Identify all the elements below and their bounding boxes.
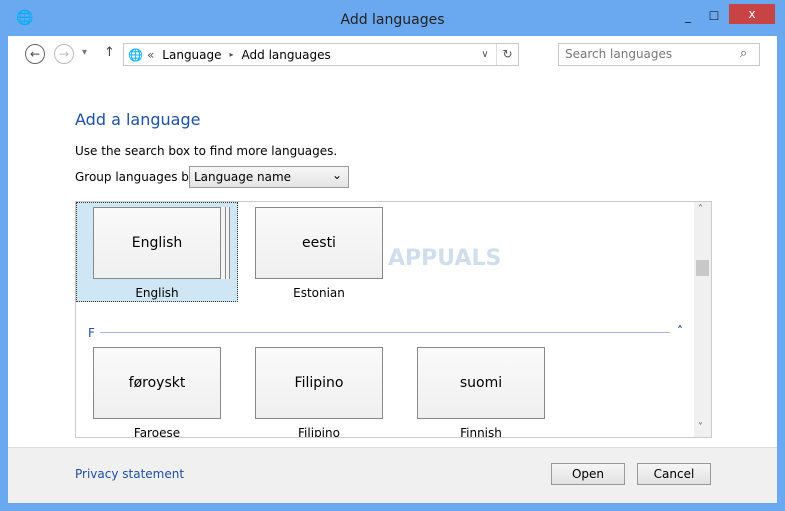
language-item-english[interactable]: English bbox=[93, 207, 221, 279]
back-button[interactable]: ← bbox=[25, 44, 45, 64]
group-by-label: Group languages by: bbox=[75, 170, 200, 184]
forward-button[interactable]: → bbox=[54, 44, 74, 64]
breadcrumb-overflow[interactable]: « bbox=[147, 48, 154, 62]
recent-locations-button[interactable]: ▾ bbox=[82, 47, 87, 58]
language-label: Filipino bbox=[298, 426, 340, 438]
chevron-down-icon: ⌄ bbox=[331, 168, 342, 182]
language-tile: føroyskt bbox=[93, 347, 221, 419]
scroll-down-button[interactable]: ˅ bbox=[698, 422, 703, 433]
breadcrumb-language[interactable]: Language bbox=[162, 48, 221, 62]
search-hint: Use the search box to find more language… bbox=[75, 144, 338, 158]
scroll-up-button[interactable]: ˄ bbox=[698, 204, 703, 215]
breadcrumb-separator-icon[interactable]: ▸ bbox=[230, 50, 234, 59]
collapse-section-icon[interactable]: ˄ bbox=[677, 324, 683, 338]
language-icon: 🌐 bbox=[128, 47, 143, 62]
language-item-filipino[interactable]: Filipino bbox=[255, 347, 383, 419]
language-item-estonian[interactable]: eesti bbox=[255, 207, 383, 279]
window-body: ← → ▾ ↑ 🌐 « Language ▸ Add languages ∨ ↻… bbox=[8, 36, 777, 503]
group-by-value: Language name bbox=[194, 170, 292, 184]
window-title: Add languages bbox=[340, 12, 445, 28]
refresh-button[interactable]: ↻ bbox=[496, 44, 518, 65]
maximize-button[interactable]: ☐ bbox=[706, 6, 722, 26]
minimize-button[interactable]: _ bbox=[680, 6, 696, 26]
group-by-select[interactable]: Language name ⌄ bbox=[189, 166, 349, 188]
footer: Privacy statement Open Cancel bbox=[8, 447, 777, 503]
language-app-icon: 🌐 bbox=[16, 10, 34, 26]
scroll-thumb[interactable] bbox=[696, 260, 709, 276]
language-tile: eesti bbox=[255, 207, 383, 279]
page-title: Add a language bbox=[75, 110, 201, 129]
cancel-button[interactable]: Cancel bbox=[637, 463, 711, 485]
language-list: English English eesti Estonian APPUALS F… bbox=[75, 201, 712, 438]
language-label: Estonian bbox=[293, 286, 345, 300]
navigation-bar: ← → ▾ ↑ 🌐 « Language ▸ Add languages ∨ ↻… bbox=[8, 36, 777, 72]
section-divider bbox=[100, 332, 670, 333]
privacy-statement-link[interactable]: Privacy statement bbox=[75, 467, 184, 481]
language-label: Finnish bbox=[460, 426, 502, 438]
language-item-faroese[interactable]: føroyskt bbox=[93, 347, 221, 419]
close-button[interactable]: x bbox=[729, 4, 775, 24]
search-icon[interactable]: ⌕ bbox=[740, 46, 747, 61]
language-tile: English bbox=[93, 207, 221, 279]
language-label: Faroese bbox=[133, 426, 181, 438]
search-input[interactable]: Search languages bbox=[558, 43, 760, 66]
appuals-watermark-logo: APPUALS bbox=[388, 246, 502, 271]
address-bar[interactable]: 🌐 « Language ▸ Add languages ∨ ↻ bbox=[123, 43, 519, 66]
open-button[interactable]: Open bbox=[551, 463, 625, 485]
section-header-f[interactable]: F bbox=[88, 326, 95, 340]
language-tile: suomi bbox=[417, 347, 545, 419]
breadcrumb-add-languages[interactable]: Add languages bbox=[242, 48, 331, 62]
language-tile: Filipino bbox=[255, 347, 383, 419]
language-label: English bbox=[135, 286, 179, 300]
up-button[interactable]: ↑ bbox=[104, 45, 115, 60]
address-dropdown-button[interactable]: ∨ bbox=[474, 49, 496, 60]
vertical-scrollbar[interactable]: ˄ ˅ bbox=[694, 202, 711, 437]
language-item-finnish[interactable]: suomi bbox=[417, 347, 545, 419]
